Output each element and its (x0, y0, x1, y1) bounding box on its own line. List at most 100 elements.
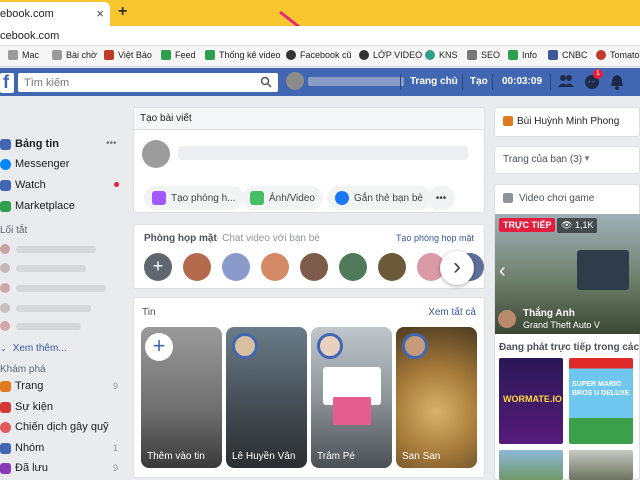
composer-input[interactable] (178, 146, 468, 160)
story-card[interactable]: San San (396, 327, 477, 468)
circle-icon (425, 50, 435, 60)
friend-avatar[interactable] (261, 253, 289, 281)
sidebar-item-news-feed[interactable]: Bảng tin (0, 138, 59, 150)
your-pages-card[interactable]: Trang của bạn (3) ▼ (494, 146, 640, 174)
search-icon[interactable] (260, 76, 272, 88)
next-arrow-button[interactable]: › (440, 251, 474, 285)
bookmark-item[interactable]: SEO (467, 50, 500, 60)
search-input[interactable] (18, 73, 248, 92)
sidebar-item-fundraisers[interactable]: Chiến dịch gây quỹ (0, 421, 109, 433)
sidebar-item-groups[interactable]: Nhóm (0, 442, 44, 454)
close-tab-icon[interactable]: × (96, 6, 104, 21)
messenger-icon (0, 158, 11, 170)
tab-title: ebook.com (0, 8, 54, 20)
cnbc-icon (548, 50, 558, 60)
marketplace-icon (0, 200, 11, 212)
prev-arrow-icon[interactable]: ‹ (499, 260, 506, 283)
friend-avatar[interactable] (183, 253, 211, 281)
more-options-icon[interactable]: ••• (106, 138, 117, 149)
groups-icon (0, 442, 11, 454)
bookmark-item[interactable]: Mac (8, 50, 39, 60)
live-video-thumbnail[interactable]: TRỰC TIẾP 👁 1,1K ‹ Thắng Anh Grand Theft… (495, 214, 640, 334)
avatar (317, 333, 343, 359)
story-author: Lê Huyền Vân (232, 451, 296, 462)
stories-title: Tin (142, 307, 156, 318)
sidebar-item-messenger[interactable]: Messenger (0, 158, 69, 170)
calendar-icon (0, 401, 11, 413)
timer-text: 00:03:09 (502, 76, 543, 87)
story-photo (333, 397, 371, 425)
story-card[interactable]: Lê Huyền Vân (226, 327, 307, 468)
message-count-badge: 1 (593, 69, 603, 79)
bookmark-item[interactable]: Facebook cũ (286, 50, 352, 60)
add-story-label: Thêm vào tin (147, 451, 205, 462)
url-text: cebook.com (0, 30, 60, 42)
avatar (286, 72, 304, 90)
bookmark-item[interactable]: Thống kê video (205, 50, 281, 60)
create-room-link[interactable]: Tạo phòng họp mặt (396, 233, 474, 243)
address-bar[interactable]: cebook.com (0, 26, 640, 46)
sidebar-item-marketplace[interactable]: Marketplace (0, 200, 75, 212)
game-tile[interactable]: WORMATE.IO (499, 358, 563, 444)
see-all-link[interactable]: Xem tất cả (428, 307, 476, 318)
facebook-header: f Trang chủ Tạo 00:03:09 1 (0, 68, 640, 96)
sidebar-item-saved[interactable]: Đã lưu (0, 462, 48, 474)
divider (400, 74, 401, 90)
tomato-icon (596, 50, 606, 60)
game-tile[interactable] (499, 450, 563, 480)
browser-tab[interactable]: ebook.com × (0, 2, 110, 26)
bookmark-item[interactable]: CNBC (548, 50, 588, 60)
bookmark-item[interactable]: Info (508, 50, 537, 60)
flag-icon (503, 116, 513, 126)
game-tile[interactable] (569, 450, 633, 480)
bookmark-item[interactable]: Feed (161, 50, 196, 60)
bookmark-item[interactable]: Bài chờ (52, 50, 97, 60)
friends-icon[interactable] (558, 74, 574, 88)
page-shortcut-card[interactable]: Bùi Huỳnh Minh Phong (494, 107, 640, 137)
pages-count: 9 (113, 381, 119, 391)
add-story-card[interactable]: + Thêm vào tin (141, 327, 222, 468)
see-more-link[interactable]: ⌄ Xem thêm... (0, 343, 67, 354)
create-room-button[interactable]: Tạo phòng h... (144, 186, 244, 210)
viewer-count: 👁 1,1K (557, 218, 598, 233)
game-name: Grand Theft Auto V (523, 320, 600, 330)
photo-icon (250, 191, 264, 205)
bell-icon[interactable] (610, 74, 624, 90)
explore-title: Khám phá (0, 364, 46, 375)
story-card[interactable]: Trâm Pé (311, 327, 392, 468)
search-box (18, 73, 278, 92)
game-tile[interactable]: SUPER MARIO BROS U DELUXE (569, 358, 633, 444)
story-author: San San (402, 451, 441, 462)
groups-count: 1 (113, 443, 119, 453)
friend-avatar[interactable] (339, 253, 367, 281)
profile-link[interactable] (286, 72, 404, 90)
friend-avatar[interactable] (378, 253, 406, 281)
tag-friends-button[interactable]: Gắn thẻ bạn bè (327, 186, 431, 210)
bookmark-item[interactable]: LỚP VIDEO (359, 50, 422, 60)
add-room-button[interactable]: + (144, 253, 172, 281)
composer-card: Tạo bài viết Tạo phòng h... Ảnh/Video Gắ… (133, 107, 485, 213)
photo-video-button[interactable]: Ảnh/Video (242, 186, 323, 210)
rooms-card: Phòng họp mặt · Chat video với bạn bè Tạ… (133, 224, 485, 289)
sidebar-item-watch[interactable]: Watch (0, 179, 46, 191)
sidebar-item-pages[interactable]: Trang (0, 380, 43, 392)
divider (462, 74, 463, 90)
avatar (498, 310, 516, 328)
game-title: SUPER MARIO BROS U DELUXE (572, 381, 630, 397)
create-link[interactable]: Tạo (470, 76, 488, 87)
shortcuts-title: Lối tắt (0, 225, 28, 236)
facebook-logo-icon[interactable]: f (0, 72, 14, 93)
friend-avatar[interactable] (300, 253, 328, 281)
friend-avatar[interactable] (222, 253, 250, 281)
more-button[interactable]: ••• (427, 186, 455, 210)
sidebar-item-events[interactable]: Sự kiện (0, 401, 53, 413)
more-options-icon: ••• (435, 192, 447, 204)
bookmark-item[interactable]: Việt Báo (104, 50, 152, 60)
home-link[interactable]: Trang chủ (410, 76, 458, 87)
bookmark-item[interactable]: KNS (425, 50, 458, 60)
bookmark-item[interactable]: TomatoT (596, 50, 640, 60)
new-tab-button[interactable]: + (118, 3, 127, 21)
tag-friends-icon (335, 191, 349, 205)
bookmarks-bar: Mac Bài chờ Việt Báo Feed Thống kê video… (0, 46, 640, 67)
live-badge: TRỰC TIẾP (499, 218, 556, 232)
